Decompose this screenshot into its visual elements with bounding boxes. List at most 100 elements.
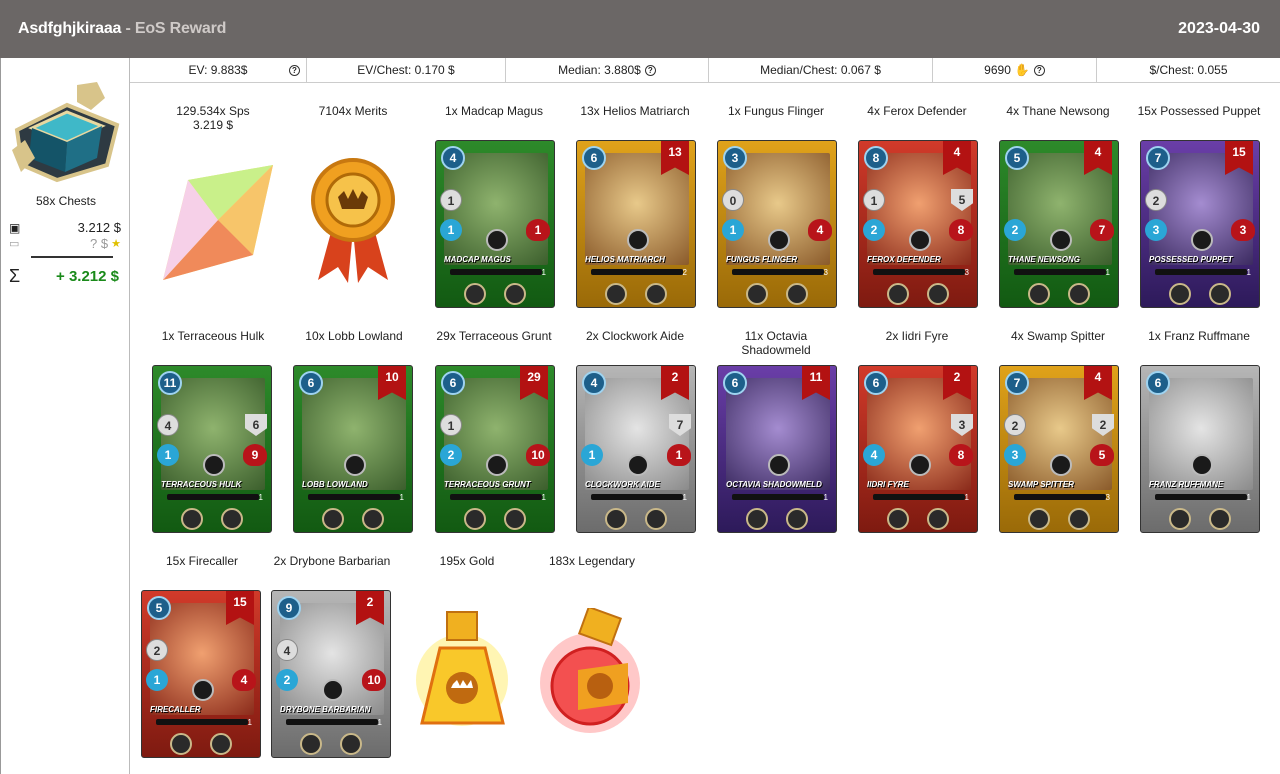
ability-icon <box>786 283 808 305</box>
card-item-label: 2x Iidri Fyre <box>847 329 987 343</box>
ability-icon <box>464 283 486 305</box>
card-item-label: 2x Clockwork Aide <box>565 329 705 343</box>
element-orb-icon <box>486 454 508 476</box>
reward-label: 183x Legendary <box>548 554 636 568</box>
ability-icon <box>181 508 203 530</box>
element-orb-icon <box>768 229 790 251</box>
reward-label: 15x Possessed Puppet <box>1137 104 1261 118</box>
level-bar <box>873 269 965 275</box>
level-bar <box>167 494 259 500</box>
ability-icon <box>504 508 526 530</box>
card-item-label: 2x Drybone Barbarian <box>262 554 402 568</box>
mana-badge: 6 <box>582 146 606 170</box>
speed-badge: 1 <box>722 219 744 241</box>
element-orb-icon <box>909 229 931 251</box>
reward-label: 129.534x Sps <box>176 104 250 118</box>
attack-badge: 1 <box>863 189 885 211</box>
card-fungus-flinger[interactable]: 3 0 1 4 Fungus Flinger 3 <box>717 140 837 308</box>
mana-badge: 7 <box>1005 371 1029 395</box>
reward-merits: 7104x Merits <box>283 104 423 118</box>
ability-icon <box>786 508 808 530</box>
health-badge: 1 <box>667 444 691 466</box>
ability-icon <box>1209 283 1231 305</box>
attack-badge: 4 <box>276 639 298 661</box>
ability-icon <box>504 283 526 305</box>
card-iidri-fyre[interactable]: 6 2 3 4 8 Iidri Fyre 1 <box>858 365 978 533</box>
speed-badge: 1 <box>157 444 179 466</box>
card-possessed-puppet[interactable]: 7 15 2 3 3 Possessed Puppet 1 <box>1140 140 1260 308</box>
gold-potion-icon <box>416 611 508 726</box>
card-name: Franz Ruffmane <box>1149 480 1224 489</box>
ability-icon <box>746 283 768 305</box>
card-thane-newsong[interactable]: 5 4 2 7 Thane Newsong 1 <box>999 140 1119 308</box>
card-item-label: 10x Lobb Lowland <box>284 329 424 343</box>
page-title: Asdfghjkiraaa - EoS Reward <box>18 20 226 38</box>
summary-sidebar: 58x Chests ▣ 3.212 $ ▭ ? $ ★ Σ + 3.212 $ <box>0 58 130 774</box>
sigma-icon: Σ <box>9 266 21 286</box>
card-item-label: 4x Swamp Spitter <box>988 329 1128 343</box>
reward-label: 13x Helios Matriarch <box>580 104 690 118</box>
card-ferox-defender[interactable]: 8 4 1 5 2 8 Ferox Defender 3 <box>858 140 978 308</box>
card-firecaller[interactable]: 5 15 2 1 4 Firecaller 1 <box>141 590 261 758</box>
level-number: 3 <box>823 268 828 277</box>
sps-crystal-icon <box>163 165 273 280</box>
card-item-label: 1x Fungus Flinger <box>706 104 846 118</box>
level-number: 1 <box>1246 493 1251 502</box>
merit-medal-icon <box>311 158 395 283</box>
health-badge: 7 <box>1090 219 1114 241</box>
mana-badge: 6 <box>723 371 747 395</box>
card-clockwork-aide[interactable]: 4 2 7 1 1 Clockwork Aide 1 <box>576 365 696 533</box>
card-name: Clockwork Aide <box>585 480 660 489</box>
stat-ev-chest-value: EV/Chest: 0.170 $ <box>357 63 455 77</box>
card-terraceous-grunt[interactable]: 6 29 1 2 10 Terraceous Grunt 1 <box>435 365 555 533</box>
element-orb-icon <box>203 454 225 476</box>
element-orb-icon <box>1050 229 1072 251</box>
card-octavia-shadowmeld[interactable]: 6 11 Octavia Shadowmeld 1 <box>717 365 837 533</box>
card-franz-ruffmane[interactable]: 6 Franz Ruffmane 1 <box>1140 365 1260 533</box>
help-icon[interactable]: ? <box>1033 64 1045 76</box>
card-item-label: 11x Octavia Shadowmeld <box>706 329 846 357</box>
level-number: 1 <box>1246 268 1251 277</box>
health-badge: 10 <box>526 444 550 466</box>
card-name: Swamp Spitter <box>1008 480 1074 489</box>
card-name: Ferox Defender <box>867 255 941 264</box>
card-item-label: 15x Possessed Puppet <box>1129 104 1269 118</box>
card-name: Drybone Barbarian <box>280 705 371 714</box>
card-drybone-barbarian[interactable]: 9 2 4 2 10 Drybone Barbarian 1 <box>271 590 391 758</box>
star-icon: ★ <box>111 238 121 250</box>
card-item-label: 4x Ferox Defender <box>847 104 987 118</box>
attack-badge: 2 <box>146 639 168 661</box>
total-value: + 3.212 $ <box>56 268 119 285</box>
card-item-label: 13x Helios Matriarch <box>565 104 705 118</box>
help-icon[interactable]: ? <box>289 64 300 76</box>
help-icon[interactable]: ? <box>644 64 656 76</box>
stats-bar: EV: 9.883$? EV/Chest: 0.170 $ Median: 3.… <box>130 58 1280 83</box>
card-lobb-lowland[interactable]: 6 10 Lobb Lowland 1 <box>293 365 413 533</box>
attack-badge: 2 <box>1145 189 1167 211</box>
subtitle: - EoS Reward <box>125 20 227 37</box>
card-madcap-magus[interactable]: 4 1 1 1 Madcap Magus 1 <box>435 140 555 308</box>
stat-ev-value: EV: 9.883$ <box>188 63 248 77</box>
card-helios-matriarch[interactable]: 6 13 Helios Matriarch 2 <box>576 140 696 308</box>
card-terraceous-hulk[interactable]: 11 4 6 1 9 Terraceous Hulk 1 <box>152 365 272 533</box>
chest-value-row: ▣ 3.212 $ <box>9 220 121 235</box>
username: Asdfghjkiraaa <box>18 20 122 37</box>
ability-icon <box>170 733 192 755</box>
card-swamp-spitter[interactable]: 7 4 2 2 3 5 Swamp Spitter 3 <box>999 365 1119 533</box>
element-orb-icon <box>909 454 931 476</box>
card-item-label: 1x Franz Ruffmane <box>1129 329 1269 343</box>
level-number: 1 <box>541 493 546 502</box>
stat-count: 9690 ✋? <box>933 58 1097 82</box>
health-badge: 5 <box>1090 444 1114 466</box>
reward-label: 195x Gold <box>439 554 495 568</box>
level-bar <box>732 269 824 275</box>
card-name: Firecaller <box>150 705 201 714</box>
level-number: 1 <box>377 718 382 727</box>
speed-badge: 3 <box>1145 219 1167 241</box>
stat-ev-chest: EV/Chest: 0.170 $ <box>307 58 506 82</box>
card-name: Helios Matriarch <box>585 255 665 264</box>
reward-sps: 129.534x Sps 3.219 $ <box>143 104 283 132</box>
date-label: 2023-04-30 <box>1178 20 1260 37</box>
card-name: Terraceous Grunt <box>444 480 531 489</box>
sum-divider <box>31 256 113 258</box>
